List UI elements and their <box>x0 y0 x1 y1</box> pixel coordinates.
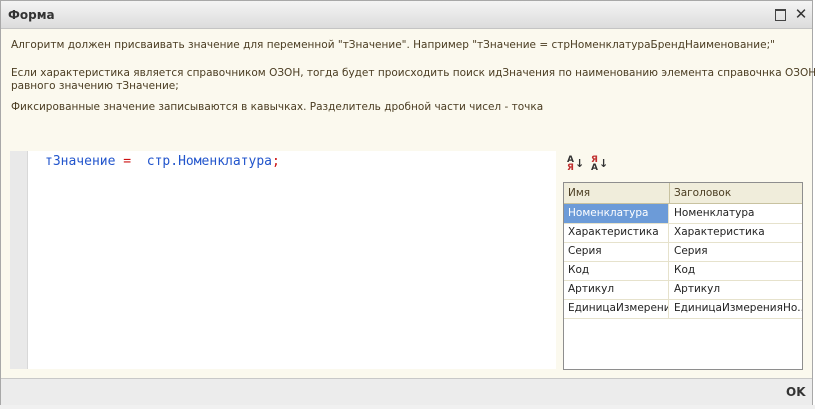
description-line-2: Если характеристика является справочнико… <box>11 67 815 79</box>
code-expression: стр.Номенклатура <box>146 154 272 169</box>
ok-button[interactable]: OK <box>786 385 806 399</box>
cell-name[interactable]: Характеристика <box>564 223 669 242</box>
cell-name[interactable]: Артикул <box>564 280 669 299</box>
close-icon[interactable]: ✕ <box>793 6 809 22</box>
cell-title[interactable]: Серия <box>670 242 802 261</box>
table-row[interactable]: Характеристика Характеристика <box>564 223 802 243</box>
maximize-icon[interactable] <box>772 6 788 22</box>
table-row[interactable]: Код Код <box>564 261 802 281</box>
sort-descending-icon[interactable]: Я А ↓ <box>590 156 608 173</box>
cell-title[interactable]: Номенклатура <box>670 204 802 223</box>
fields-table[interactable]: Имя Заголовок Номенклатура Номенклатура … <box>563 182 803 370</box>
table-row[interactable]: Номенклатура Номенклатура <box>564 204 802 224</box>
cell-name[interactable]: Код <box>564 261 669 280</box>
code-line[interactable]: тЗначение = стр.Номенклатура; <box>45 154 280 169</box>
background-strip <box>0 405 815 409</box>
form-window: Форма ✕ Алгоритм должен присваивать знач… <box>0 0 815 405</box>
sort-ascending-icon[interactable]: А Я ↓ <box>566 156 584 173</box>
description-line-1: Алгоритм должен присваивать значение для… <box>11 39 775 51</box>
table-row[interactable]: Серия Серия <box>564 242 802 262</box>
description-line-3: равного значению тЗначение; <box>11 80 179 92</box>
window-title: Форма <box>8 8 55 22</box>
cell-name[interactable]: ЕдиницаИзмерени... <box>564 299 669 318</box>
code-terminator: ; <box>272 154 280 169</box>
table-row[interactable]: Артикул Артикул <box>564 280 802 300</box>
description-line-4: Фиксированные значение записываются в ка… <box>11 101 544 113</box>
code-variable: тЗначение <box>45 154 116 169</box>
title-bar: Форма ✕ <box>1 1 812 29</box>
cell-name[interactable]: Серия <box>564 242 669 261</box>
code-editor[interactable]: тЗначение = стр.Номенклатура; <box>10 151 556 369</box>
code-operator: = <box>123 154 132 169</box>
cell-title[interactable]: Характеристика <box>670 223 802 242</box>
footer-bar: OK <box>1 378 812 405</box>
cell-title[interactable]: Код <box>670 261 802 280</box>
column-header-title[interactable]: Заголовок <box>674 187 731 199</box>
table-header: Имя Заголовок <box>564 183 802 204</box>
table-row[interactable]: ЕдиницаИзмерени... ЕдиницаИзмеренияНо... <box>564 299 802 319</box>
cell-title[interactable]: Артикул <box>670 280 802 299</box>
column-header-name[interactable]: Имя <box>568 187 590 199</box>
cell-title[interactable]: ЕдиницаИзмеренияНо... <box>670 299 802 318</box>
editor-gutter <box>10 151 28 369</box>
cell-name[interactable]: Номенклатура <box>564 204 669 223</box>
